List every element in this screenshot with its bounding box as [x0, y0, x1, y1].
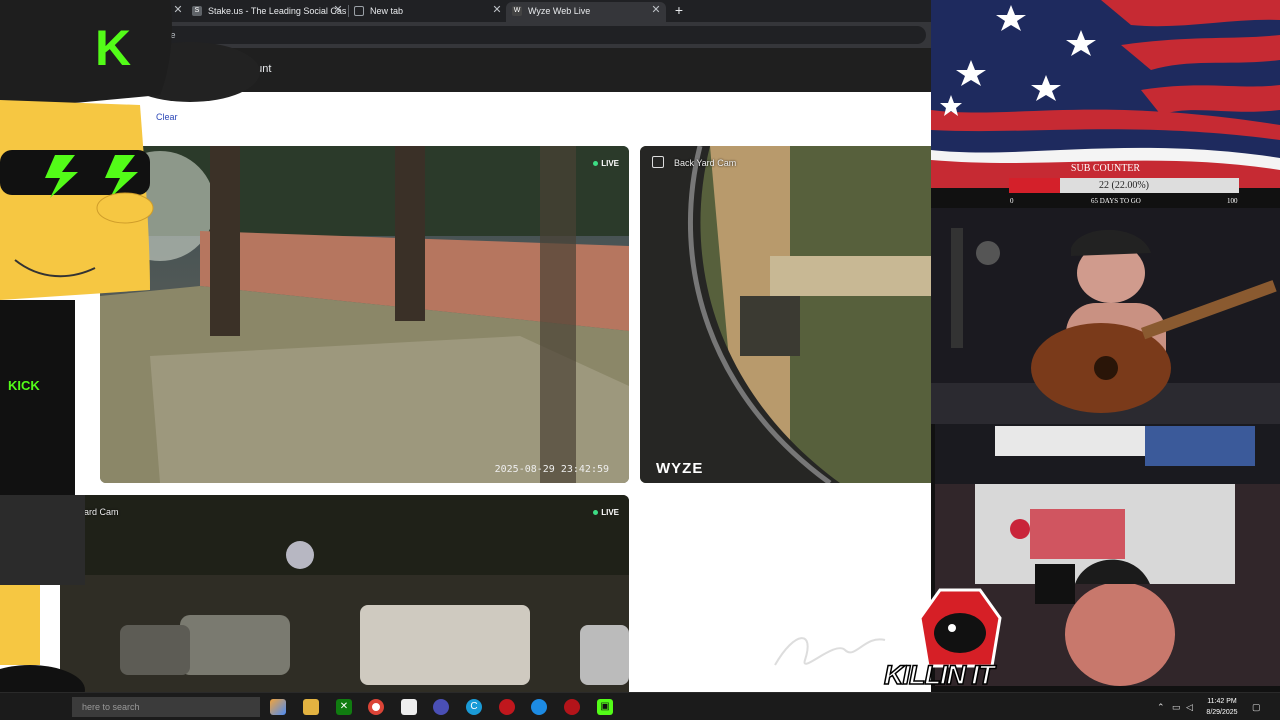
camera-timestamp: 2025-08-29 23:42:59 [494, 464, 609, 475]
live-dot-icon [593, 510, 599, 516]
network-icon[interactable]: ▭ [1172, 702, 1181, 713]
notifications-icon[interactable]: ▢ [1252, 702, 1261, 713]
tab-wyze-web-live[interactable]: W Wyze Web Live [506, 2, 666, 22]
live-indicator: LIVE [593, 159, 619, 168]
character-cap-letter: K [95, 20, 131, 76]
camera-feed-back-yard[interactable]: Back Yard Cam WYZE [640, 146, 931, 483]
cartoon-character-overlay: KICK K [0, 0, 260, 720]
page-favicon-icon [354, 6, 364, 16]
new-tab-plus-icon[interactable]: + [671, 2, 687, 18]
clock-date: 8/29/2025 [1206, 709, 1238, 716]
taskbar-search-input[interactable]: here to search [72, 697, 260, 717]
live-indicator: LIVE [593, 508, 619, 517]
tab-title: New tab [370, 6, 404, 16]
wyze-favicon-icon: W [512, 6, 522, 16]
character-shirt-text: KICK [8, 378, 40, 393]
webcam-image [931, 208, 1280, 424]
kick-app-icon[interactable]: ▣ [597, 699, 613, 715]
tab-close-icon[interactable]: ✕ [490, 3, 504, 17]
document-icon[interactable] [401, 699, 417, 715]
red-app-icon[interactable] [499, 699, 515, 715]
sub-progress-bar: 22 (22.00%) [1009, 178, 1239, 193]
sub-counter-widget: SUB COUNTER 22 (22.00%) 0 65 DAYS TO GO … [931, 160, 1280, 208]
sub-min-label: 0 [1010, 197, 1014, 205]
streamer-webcam [931, 208, 1280, 424]
live-dot-icon [593, 161, 599, 167]
killin-it-banner: KILLIN IT [883, 659, 995, 691]
character-image: KICK K [0, 0, 260, 715]
app-icon[interactable] [433, 699, 449, 715]
tab-close-icon[interactable]: ✕ [649, 3, 663, 17]
volume-icon[interactable]: ◁ [1186, 702, 1193, 713]
obs-icon[interactable] [564, 699, 580, 715]
c-app-icon[interactable]: C [466, 699, 482, 715]
camera-image [640, 146, 931, 483]
live-label: LIVE [601, 159, 619, 168]
sub-days-label: 65 DAYS TO GO [1091, 197, 1141, 205]
camera-name: Back Yard Cam [674, 158, 737, 168]
camera-settings-icon[interactable] [652, 156, 664, 168]
tab-new-tab[interactable]: New tab [348, 2, 504, 22]
taskbar-clock[interactable]: 11:42 PM 8/29/2025 [1198, 696, 1246, 718]
windows-taskbar: here to search ✕ C ▣ ⌃ ▭ ◁ 11:42 PM 8/29… [0, 692, 1280, 720]
sub-max-label: 100 [1227, 197, 1238, 205]
live-label: LIVE [601, 508, 619, 517]
tray-chevron-icon[interactable]: ⌃ [1157, 702, 1165, 713]
copilot-icon[interactable] [270, 699, 286, 715]
tab-title: Wyze Web Live [528, 6, 591, 16]
wyze-logo: WYZE [656, 460, 704, 477]
sub-counter-title: SUB COUNTER [1070, 163, 1141, 174]
screen: ✕ S Stake.us - The Leading Social Cas ✕ … [0, 0, 1280, 720]
tab-close-icon[interactable]: ✕ [331, 3, 345, 17]
sub-progress-text: 22 (22.00%) [1099, 180, 1149, 191]
edge-icon[interactable] [531, 699, 547, 715]
xbox-icon[interactable]: ✕ [336, 699, 352, 715]
clock-time: 11:42 PM [1207, 698, 1237, 705]
chrome-icon[interactable] [368, 699, 384, 715]
file-explorer-icon[interactable] [303, 699, 319, 715]
